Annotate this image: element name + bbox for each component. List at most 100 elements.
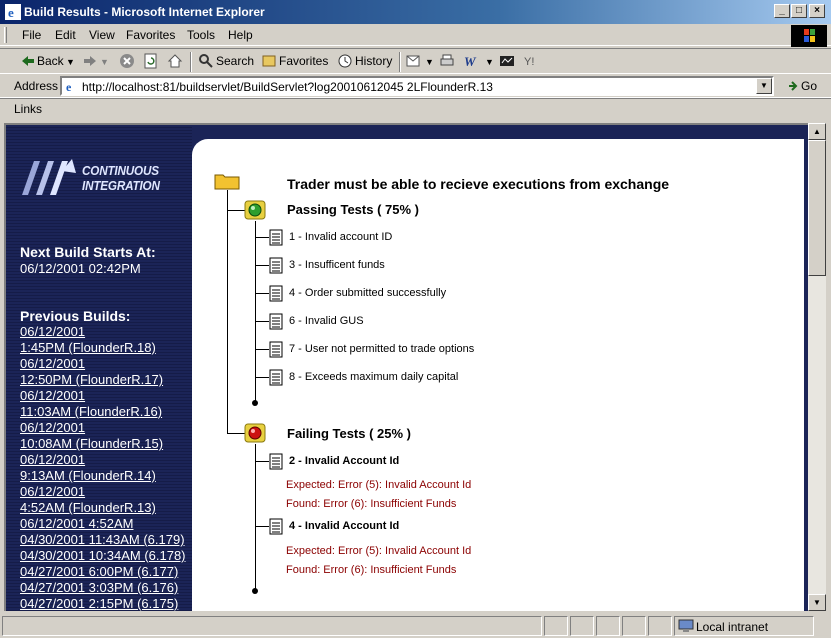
- passing-test-item: 1 - Invalid account ID: [289, 231, 392, 243]
- forward-arrow-icon[interactable]: [82, 53, 98, 69]
- back-arrow-icon[interactable]: [20, 53, 36, 69]
- scroll-thumb[interactable]: [808, 140, 826, 276]
- security-zone-text: Local intranet: [696, 620, 768, 634]
- back-button[interactable]: Back: [37, 54, 64, 68]
- previous-build-link[interactable]: 9:13AM (FlounderR.14): [20, 468, 186, 484]
- fail-status-icon: [243, 422, 267, 444]
- passing-tests-title: Passing Tests ( 75% ): [287, 202, 419, 217]
- internet-explorer-icon: e: [5, 4, 21, 20]
- failing-test-name: 4 - Invalid Account Id: [289, 520, 399, 532]
- menu-bar: File Edit View Favorites Tools Help: [0, 24, 831, 46]
- favorites-button[interactable]: Favorites: [279, 54, 328, 68]
- previous-build-link[interactable]: 04/27/2001 6:00PM (6.177): [20, 564, 186, 580]
- expected-error: Expected: Error (5): Invalid Account Id: [286, 545, 471, 557]
- folder-icon: [214, 172, 240, 190]
- pass-status-icon: [243, 199, 267, 221]
- previous-build-link[interactable]: 04/27/2001 2:15PM (6.175): [20, 596, 186, 611]
- mail-icon[interactable]: [406, 53, 422, 69]
- previous-build-link[interactable]: 1:45PM (FlounderR.18): [20, 340, 186, 356]
- previous-builds-list: 06/12/2001 1:45PM (FlounderR.18) 06/12/2…: [20, 324, 186, 611]
- maximize-button[interactable]: □: [791, 4, 807, 18]
- links-label[interactable]: Links: [14, 102, 42, 116]
- previous-build-link[interactable]: 06/12/2001 4:52AM: [20, 516, 186, 532]
- menu-file[interactable]: File: [22, 28, 41, 42]
- previous-build-link[interactable]: 06/12/2001: [20, 420, 186, 436]
- menu-tools[interactable]: Tools: [187, 28, 215, 42]
- expected-error: Expected: Error (5): Invalid Account Id: [286, 479, 471, 491]
- go-button[interactable]: Go: [801, 79, 817, 93]
- menu-favorites[interactable]: Favorites: [126, 28, 175, 42]
- go-arrow-icon[interactable]: [787, 79, 799, 93]
- close-button[interactable]: ×: [809, 4, 825, 18]
- test-document-icon: [269, 341, 283, 358]
- page-content: CONTINUOUS INTEGRATION Next Build Starts…: [4, 123, 808, 611]
- continuous-integration-logo: CONTINUOUS INTEGRATION: [18, 157, 168, 197]
- test-document-icon: [269, 518, 283, 535]
- previous-build-link[interactable]: 06/12/2001: [20, 452, 186, 468]
- favorites-icon[interactable]: [261, 53, 277, 69]
- links-bar: Links: [0, 98, 831, 120]
- history-icon[interactable]: [337, 53, 353, 69]
- address-url: http://localhost:81/buildservlet/BuildSe…: [82, 80, 493, 94]
- previous-build-link[interactable]: 4:52AM (FlounderR.13): [20, 500, 186, 516]
- previous-build-link[interactable]: 04/30/2001 11:43AM (6.179): [20, 532, 186, 548]
- mail-dropdown-icon[interactable]: ▼: [425, 57, 434, 67]
- previous-build-link[interactable]: 12:50PM (FlounderR.17): [20, 372, 186, 388]
- messenger-icon[interactable]: Y!: [523, 53, 539, 69]
- previous-build-link[interactable]: 06/12/2001: [20, 356, 186, 372]
- standard-toolbar: Back ▼ ▼ Search Favorites History ▼ W ▼ …: [0, 48, 831, 74]
- failing-tests-title: Failing Tests ( 25% ): [287, 426, 411, 441]
- minimize-button[interactable]: _: [774, 4, 790, 18]
- home-icon[interactable]: [167, 53, 183, 69]
- svg-text:e: e: [66, 80, 72, 93]
- svg-text:Y!: Y!: [524, 56, 534, 68]
- menu-help[interactable]: Help: [228, 28, 253, 42]
- edit-dropdown-icon[interactable]: ▼: [485, 57, 494, 67]
- passing-test-item: 7 - User not permitted to trade options: [289, 343, 474, 355]
- next-build-time: 06/12/2001 02:42PM: [20, 261, 141, 276]
- test-document-icon: [269, 229, 283, 246]
- edit-word-icon[interactable]: W: [463, 53, 479, 69]
- address-dropdown-icon[interactable]: ▼: [756, 78, 772, 94]
- test-document-icon: [269, 285, 283, 302]
- results-panel: Trader must be able to recieve execution…: [192, 139, 804, 611]
- history-button[interactable]: History: [355, 54, 392, 68]
- found-error: Found: Error (6): Insufficient Funds: [286, 564, 456, 576]
- passing-test-item: 6 - Invalid GUS: [289, 315, 364, 327]
- report-title: Trader must be able to recieve execution…: [287, 176, 669, 192]
- scroll-up-icon[interactable]: ▲: [808, 123, 826, 140]
- forward-dropdown-icon[interactable]: ▼: [100, 57, 109, 67]
- passing-test-item: 8 - Exceeds maximum daily capital: [289, 371, 458, 383]
- svg-text:e: e: [8, 5, 14, 20]
- back-dropdown-icon[interactable]: ▼: [66, 57, 75, 67]
- print-icon[interactable]: [439, 53, 455, 69]
- previous-builds-heading: Previous Builds:: [20, 308, 130, 324]
- previous-build-link[interactable]: 10:08AM (FlounderR.15): [20, 436, 186, 452]
- menu-view[interactable]: View: [89, 28, 115, 42]
- test-document-icon: [269, 453, 283, 470]
- previous-build-link[interactable]: 04/27/2001 3:03PM (6.176): [20, 580, 186, 596]
- previous-build-link[interactable]: 04/30/2001 10:34AM (6.178): [20, 548, 186, 564]
- window-title: Build Results - Microsoft Internet Explo…: [24, 5, 265, 19]
- test-document-icon: [269, 313, 283, 330]
- previous-build-link[interactable]: 11:03AM (FlounderR.16): [20, 404, 186, 420]
- windows-logo-icon: [791, 25, 827, 47]
- search-icon[interactable]: [198, 53, 214, 69]
- logo-arrows-icon: [18, 157, 78, 197]
- scroll-down-icon[interactable]: ▼: [808, 594, 826, 611]
- page-icon: e: [64, 79, 78, 93]
- intranet-zone-icon: [678, 619, 694, 633]
- search-button[interactable]: Search: [216, 54, 254, 68]
- stop-icon[interactable]: [119, 53, 135, 69]
- address-input[interactable]: e http://localhost:81/buildservlet/Build…: [60, 76, 774, 96]
- vertical-scrollbar[interactable]: ▲ ▼: [808, 123, 826, 611]
- refresh-icon[interactable]: [143, 53, 159, 69]
- passing-test-item: 3 - Insufficent funds: [289, 259, 385, 271]
- previous-build-link[interactable]: 06/12/2001: [20, 484, 186, 500]
- menu-edit[interactable]: Edit: [55, 28, 76, 42]
- discuss-icon[interactable]: [499, 53, 515, 69]
- previous-build-link[interactable]: 06/12/2001: [20, 388, 186, 404]
- title-bar: e Build Results - Microsoft Internet Exp…: [0, 0, 831, 24]
- address-bar: Address e http://localhost:81/buildservl…: [0, 74, 831, 98]
- previous-build-link[interactable]: 06/12/2001: [20, 324, 186, 340]
